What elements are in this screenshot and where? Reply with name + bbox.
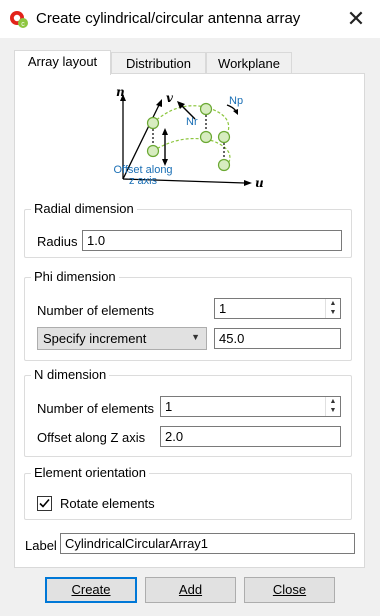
n-num-elements-label: Number of elements <box>37 401 155 416</box>
phi-mode-select[interactable]: Specify increment ▼ <box>37 327 207 350</box>
title-bar: c Create cylindrical/circular antenna ar… <box>0 0 380 38</box>
svg-text:c: c <box>21 21 25 28</box>
element-orientation-title: Element orientation <box>31 465 150 480</box>
window-title: Create cylindrical/circular antenna arra… <box>36 10 301 27</box>
stepper-up-icon[interactable]: ▲ <box>326 397 340 406</box>
tab-workplane[interactable]: Workplane <box>206 52 292 74</box>
close-button[interactable]: Close <box>244 577 335 603</box>
checkmark-icon <box>39 498 50 508</box>
stepper-up-icon[interactable]: ▲ <box>326 299 340 308</box>
chevron-down-icon: ▼ <box>191 332 200 342</box>
z-offset-label: Offset along Z axis <box>37 430 146 445</box>
n-dimension-title: N dimension <box>31 367 110 382</box>
stepper-down-icon[interactable]: ▼ <box>326 406 340 415</box>
create-button[interactable]: Create <box>45 577 137 603</box>
close-icon: ✕ <box>346 6 366 31</box>
n-num-elements-stepper[interactable]: 1 ▲ ▼ <box>160 396 341 417</box>
phi-num-elements-stepper[interactable]: 1 ▲ ▼ <box>214 298 341 319</box>
radius-input[interactable]: 1.0 <box>82 230 342 251</box>
radial-dimension-group: Radial dimension Radius 1.0 <box>24 201 352 258</box>
element-orientation-group: Element orientation Rotate elements <box>24 465 352 520</box>
phi-increment-input[interactable]: 45.0 <box>214 328 341 349</box>
phi-num-elements-label: Number of elements <box>37 303 155 318</box>
n-num-elements-value: 1 <box>165 399 173 414</box>
axis-v-label: v <box>166 91 174 105</box>
n-dimension-group: N dimension Number of elements 1 ▲ ▼ Off… <box>24 367 352 457</box>
rotate-elements-label: Rotate elements <box>60 496 155 511</box>
radial-dimension-title: Radial dimension <box>31 201 137 216</box>
array-layout-panel: n v u Nr Np Offset along z axis Radial d… <box>14 73 365 568</box>
label-field-label: Label <box>25 538 57 553</box>
phi-dimension-group: Phi dimension Number of elements 1 ▲ ▼ S… <box>24 269 352 361</box>
label-input[interactable]: CylindricalCircularArray1 <box>60 533 355 554</box>
rotate-elements-checkbox[interactable] <box>37 496 52 511</box>
offset-label-line2: z axis <box>129 175 158 187</box>
axis-u-label: u <box>255 176 264 190</box>
phi-num-elements-value: 1 <box>219 301 227 316</box>
close-window-button[interactable]: ✕ <box>340 4 372 34</box>
add-button-label: Add <box>178 582 203 597</box>
tab-array-layout[interactable]: Array layout <box>14 50 111 75</box>
phi-dimension-title: Phi dimension <box>31 269 119 284</box>
stepper-arrows: ▲ ▼ <box>325 299 340 318</box>
stepper-arrows: ▲ ▼ <box>325 397 340 416</box>
np-label: Np <box>229 95 243 107</box>
create-button-label: Create <box>71 582 111 597</box>
radius-label: Radius <box>37 234 78 249</box>
app-icon: c <box>10 11 28 28</box>
nr-label: Nr <box>186 116 198 128</box>
phi-mode-value: Specify increment <box>43 331 147 346</box>
z-offset-input[interactable]: 2.0 <box>160 426 341 447</box>
tab-label: Distribution <box>125 56 192 71</box>
stepper-down-icon[interactable]: ▼ <box>326 308 340 317</box>
tab-distribution[interactable]: Distribution <box>111 52 206 74</box>
tab-label: Array layout <box>27 54 98 69</box>
tab-label: Workplane <box>218 56 280 71</box>
add-button[interactable]: Add <box>145 577 236 603</box>
axis-n-label: n <box>116 85 125 99</box>
close-button-label: Close <box>272 582 307 597</box>
array-layout-diagram: n v u Nr Np Offset along z axis <box>113 85 264 190</box>
